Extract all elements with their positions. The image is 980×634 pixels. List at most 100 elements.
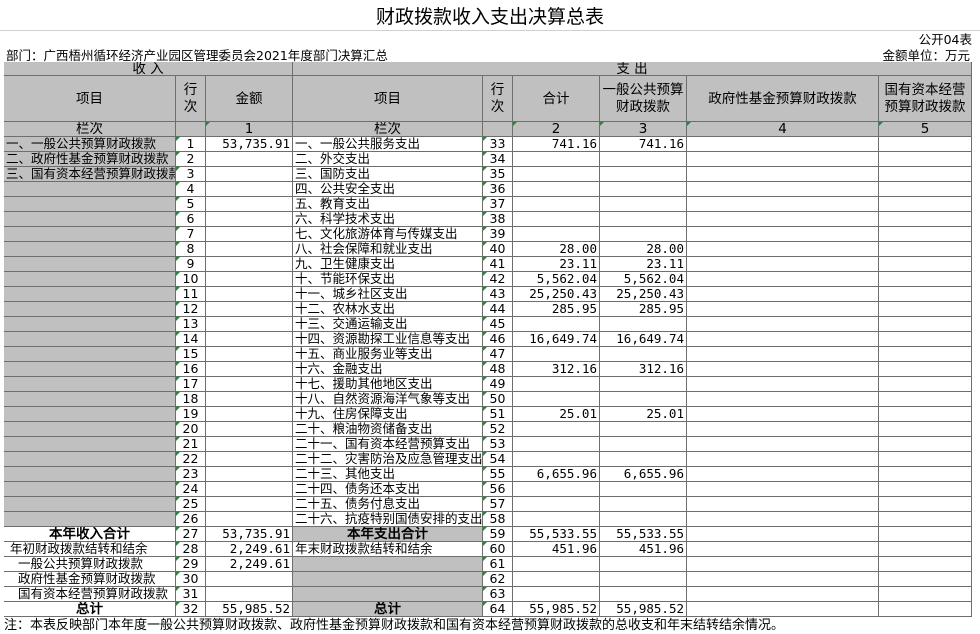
income-amount-cell[interactable] xyxy=(206,407,293,422)
state-capital-cell[interactable] xyxy=(879,137,972,152)
general-budget-cell[interactable] xyxy=(600,212,687,227)
income-amount-cell[interactable]: 53,735.91 xyxy=(206,527,293,542)
gov-fund-cell[interactable] xyxy=(687,557,879,572)
total-cell[interactable] xyxy=(513,392,600,407)
income-amount-cell[interactable] xyxy=(206,452,293,467)
gov-fund-cell[interactable] xyxy=(687,392,879,407)
income-line-cell[interactable]: 28 xyxy=(176,542,206,557)
expense-item-cell[interactable]: 二十二、灾害防治及应急管理支出 xyxy=(293,452,483,467)
income-item-cell[interactable] xyxy=(4,497,176,512)
expense-line-cell[interactable]: 64 xyxy=(483,602,513,617)
income-item-cell[interactable]: 政府性基金预算财政拨款 xyxy=(4,572,176,587)
total-cell[interactable]: 451.96 xyxy=(513,542,600,557)
expense-item-cell[interactable] xyxy=(293,587,483,602)
income-item-cell[interactable] xyxy=(4,422,176,437)
total-cell[interactable] xyxy=(513,377,600,392)
income-amount-cell[interactable] xyxy=(206,347,293,362)
expense-line-cell[interactable]: 53 xyxy=(483,437,513,452)
expense-item-cell[interactable]: 十二、农林水支出 xyxy=(293,302,483,317)
state-capital-cell[interactable] xyxy=(879,257,972,272)
expense-line-cell[interactable]: 42 xyxy=(483,272,513,287)
expense-item-cell[interactable]: 一、一般公共服务支出 xyxy=(293,137,483,152)
income-line-cell[interactable]: 18 xyxy=(176,392,206,407)
total-cell[interactable] xyxy=(513,512,600,527)
expense-line-cell[interactable]: 55 xyxy=(483,467,513,482)
expense-item-cell[interactable]: 本年支出合计 xyxy=(293,527,483,542)
income-amount-cell[interactable] xyxy=(206,497,293,512)
gov-fund-cell[interactable] xyxy=(687,587,879,602)
total-cell[interactable]: 285.95 xyxy=(513,302,600,317)
general-budget-cell[interactable] xyxy=(600,347,687,362)
expense-line-cell[interactable]: 43 xyxy=(483,287,513,302)
state-capital-cell[interactable] xyxy=(879,497,972,512)
general-budget-cell[interactable]: 312.16 xyxy=(600,362,687,377)
expense-line-cell[interactable]: 47 xyxy=(483,347,513,362)
expense-line-cell[interactable]: 33 xyxy=(483,137,513,152)
income-amount-cell[interactable] xyxy=(206,257,293,272)
total-cell[interactable] xyxy=(513,572,600,587)
expense-line-cell[interactable]: 51 xyxy=(483,407,513,422)
income-line-cell[interactable]: 23 xyxy=(176,467,206,482)
expense-item-cell[interactable]: 七、文化旅游体育与传媒支出 xyxy=(293,227,483,242)
expense-item-cell[interactable]: 二十四、债务还本支出 xyxy=(293,482,483,497)
income-line-cell[interactable]: 20 xyxy=(176,422,206,437)
total-cell[interactable] xyxy=(513,482,600,497)
state-capital-cell[interactable] xyxy=(879,167,972,182)
general-budget-cell[interactable] xyxy=(600,317,687,332)
gov-fund-cell[interactable] xyxy=(687,422,879,437)
general-budget-cell[interactable]: 5,562.04 xyxy=(600,272,687,287)
income-line-cell[interactable]: 9 xyxy=(176,257,206,272)
general-budget-cell[interactable] xyxy=(600,482,687,497)
expense-item-cell[interactable]: 十八、自然资源海洋气象等支出 xyxy=(293,392,483,407)
expense-line-cell[interactable]: 60 xyxy=(483,542,513,557)
state-capital-cell[interactable] xyxy=(879,272,972,287)
income-item-cell[interactable] xyxy=(4,212,176,227)
gov-fund-cell[interactable] xyxy=(687,137,879,152)
gov-fund-cell[interactable] xyxy=(687,407,879,422)
income-line-cell[interactable]: 26 xyxy=(176,512,206,527)
income-line-cell[interactable]: 10 xyxy=(176,272,206,287)
expense-line-cell[interactable]: 54 xyxy=(483,452,513,467)
state-capital-cell[interactable] xyxy=(879,587,972,602)
expense-item-cell[interactable]: 十六、金融支出 xyxy=(293,362,483,377)
expense-line-cell[interactable]: 61 xyxy=(483,557,513,572)
gov-fund-cell[interactable] xyxy=(687,317,879,332)
income-line-cell[interactable]: 19 xyxy=(176,407,206,422)
income-amount-cell[interactable] xyxy=(206,197,293,212)
gov-fund-cell[interactable] xyxy=(687,527,879,542)
income-amount-cell[interactable]: 2,249.61 xyxy=(206,557,293,572)
expense-line-cell[interactable]: 57 xyxy=(483,497,513,512)
income-item-cell[interactable]: 年初财政拨款结转和结余 xyxy=(4,542,176,557)
income-item-cell[interactable]: 总计 xyxy=(4,602,176,617)
state-capital-cell[interactable] xyxy=(879,542,972,557)
income-amount-cell[interactable] xyxy=(206,182,293,197)
gov-fund-cell[interactable] xyxy=(687,482,879,497)
income-item-cell[interactable] xyxy=(4,347,176,362)
income-line-cell[interactable]: 7 xyxy=(176,227,206,242)
expense-item-cell[interactable]: 十一、城乡社区支出 xyxy=(293,287,483,302)
expense-item-cell[interactable]: 十四、资源勘探工业信息等支出 xyxy=(293,332,483,347)
income-line-cell[interactable]: 13 xyxy=(176,317,206,332)
state-capital-cell[interactable] xyxy=(879,317,972,332)
gov-fund-cell[interactable] xyxy=(687,242,879,257)
general-budget-cell[interactable]: 25,250.43 xyxy=(600,287,687,302)
income-amount-cell[interactable] xyxy=(206,152,293,167)
state-capital-cell[interactable] xyxy=(879,392,972,407)
general-budget-cell[interactable]: 741.16 xyxy=(600,137,687,152)
income-amount-cell[interactable] xyxy=(206,467,293,482)
gov-fund-cell[interactable] xyxy=(687,602,879,617)
gov-fund-cell[interactable] xyxy=(687,542,879,557)
expense-item-cell[interactable]: 二、外交支出 xyxy=(293,152,483,167)
total-cell[interactable] xyxy=(513,437,600,452)
general-budget-cell[interactable]: 23.11 xyxy=(600,257,687,272)
expense-item-cell[interactable]: 六、科学技术支出 xyxy=(293,212,483,227)
general-budget-cell[interactable]: 285.95 xyxy=(600,302,687,317)
general-budget-cell[interactable] xyxy=(600,572,687,587)
income-line-cell[interactable]: 25 xyxy=(176,497,206,512)
gov-fund-cell[interactable] xyxy=(687,452,879,467)
state-capital-cell[interactable] xyxy=(879,602,972,617)
state-capital-cell[interactable] xyxy=(879,527,972,542)
state-capital-cell[interactable] xyxy=(879,377,972,392)
income-line-cell[interactable]: 31 xyxy=(176,587,206,602)
expense-line-cell[interactable]: 63 xyxy=(483,587,513,602)
